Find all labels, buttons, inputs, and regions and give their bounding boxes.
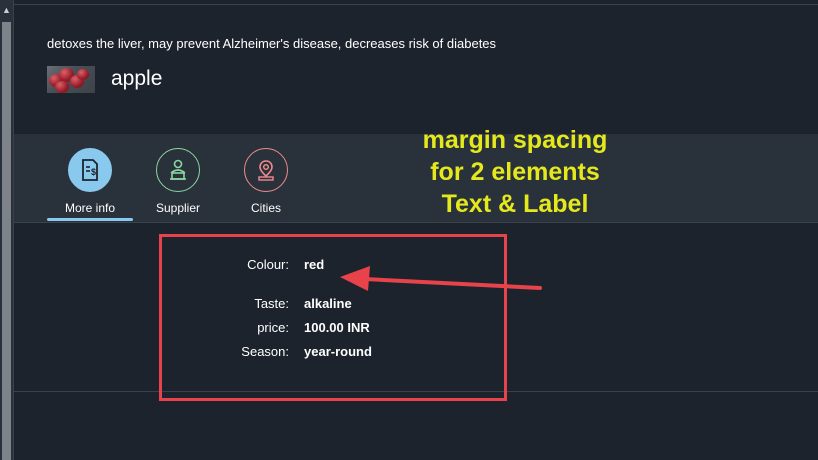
tab-more-info[interactable]: $ More info [55,148,125,215]
location-pin-icon [244,148,288,192]
scroll-up-arrow-icon[interactable]: ▲ [0,4,13,16]
scrollbar-thumb[interactable] [2,22,11,460]
tab-more-info-label: More info [64,201,116,215]
tab-supplier-label: Supplier [155,201,201,215]
object-subtitle: detoxes the liver, may prevent Alzheimer… [47,36,497,51]
annotation-line-3: Text & Label [441,190,589,218]
highlight-box [159,234,507,401]
apples-photo-thumbnail [47,66,95,93]
tab-supplier[interactable]: Supplier [143,148,213,215]
annotation-line-1: margin spacing [422,126,608,154]
selected-tab-indicator [47,218,133,221]
document-dollar-icon: $ [68,148,112,192]
annotation-line-2: for 2 elements [430,158,600,186]
supplier-person-icon [156,148,200,192]
svg-text:$: $ [91,167,96,177]
vertical-scrollbar[interactable]: ▲ [0,0,14,460]
object-header: detoxes the liver, may prevent Alzheimer… [14,5,818,134]
tab-cities-label: Cities [250,201,281,215]
annotation-text: margin spacing for 2 elements Text & Lab… [388,124,642,220]
tab-cities[interactable]: Cities [231,148,301,215]
object-title: apple [111,67,163,90]
